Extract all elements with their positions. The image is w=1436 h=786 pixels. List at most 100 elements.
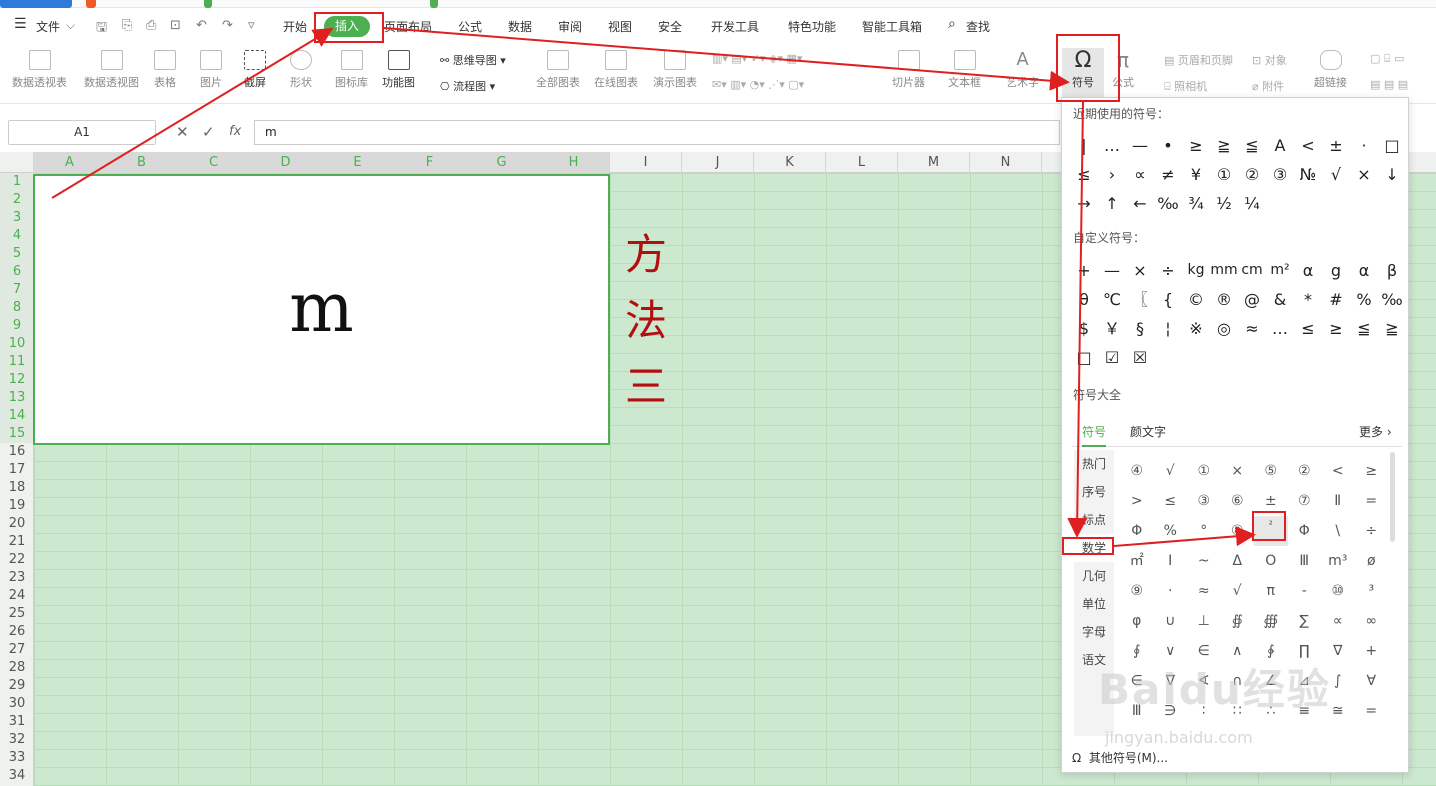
fx-icon[interactable]: fx bbox=[229, 124, 241, 139]
symbol-item[interactable]: O bbox=[1254, 546, 1288, 576]
object-button[interactable]: ⊡ 对象 bbox=[1252, 52, 1287, 68]
symbol-item[interactable]: ± bbox=[1322, 131, 1350, 160]
symbol-item[interactable]: = bbox=[1355, 486, 1389, 516]
symbol-item[interactable]: ∝ bbox=[1126, 160, 1154, 189]
pivot-chart-button[interactable]: 数据透视图 bbox=[84, 50, 139, 90]
column-header[interactable]: I bbox=[610, 152, 682, 173]
symbol-item[interactable]: ≥ bbox=[1182, 131, 1210, 160]
tab-special[interactable]: 特色功能 bbox=[788, 18, 836, 35]
symbol-item[interactable]: m³ bbox=[1321, 546, 1355, 576]
row-header[interactable]: 23 bbox=[0, 569, 34, 587]
symbol-item[interactable]: · bbox=[1350, 131, 1378, 160]
column-header[interactable]: G bbox=[466, 152, 538, 173]
row-header[interactable]: 10 bbox=[0, 335, 34, 353]
document-tab[interactable] bbox=[0, 0, 72, 8]
row-header[interactable]: 1 bbox=[0, 173, 34, 191]
symbol-item[interactable]: ⑧ bbox=[1221, 516, 1255, 546]
symbol-item[interactable]: ø bbox=[1355, 546, 1389, 576]
symbol-item[interactable]: ℃ bbox=[1098, 285, 1126, 314]
symbol-item[interactable]: ‰ bbox=[1154, 189, 1182, 218]
row-header[interactable]: 33 bbox=[0, 749, 34, 767]
row-header[interactable]: 25 bbox=[0, 605, 34, 623]
tab-view[interactable]: 视图 bbox=[608, 18, 632, 35]
search-menu[interactable]: 查找 bbox=[966, 18, 990, 35]
symbol-item[interactable]: √ bbox=[1221, 576, 1255, 606]
symbol-item[interactable]: ∰ bbox=[1254, 606, 1288, 636]
row-header[interactable]: 13 bbox=[0, 389, 34, 407]
row-header[interactable]: 29 bbox=[0, 677, 34, 695]
symbol-item[interactable]: ~ bbox=[1187, 546, 1221, 576]
symbol-item[interactable]: ⑥ bbox=[1221, 486, 1255, 516]
symbol-item[interactable]: ∯ bbox=[1221, 606, 1255, 636]
column-header[interactable]: D bbox=[250, 152, 322, 173]
tab-symbols[interactable]: 符号 bbox=[1082, 423, 1107, 447]
symbol-item[interactable]: Δ bbox=[1221, 546, 1255, 576]
symbol-item[interactable]: ∝ bbox=[1321, 606, 1355, 636]
symbol-item[interactable]: φ bbox=[1120, 606, 1154, 636]
demo-charts-button[interactable]: 演示图表 bbox=[653, 50, 697, 90]
row-header[interactable]: 5 bbox=[0, 245, 34, 263]
symbol-item[interactable]: ※ bbox=[1182, 314, 1210, 343]
symbol-item[interactable]: ¥ bbox=[1182, 160, 1210, 189]
column-header[interactable]: B bbox=[106, 152, 178, 173]
category-units[interactable]: 单位 bbox=[1074, 590, 1114, 618]
chevron-down-icon[interactable]: ⌵ bbox=[66, 18, 75, 33]
symbol-item[interactable]: { bbox=[1154, 285, 1182, 314]
formula-input[interactable]: m bbox=[254, 120, 1060, 145]
symbol-item[interactable]: ☒ bbox=[1126, 343, 1154, 372]
picture-button[interactable]: 图片 bbox=[200, 50, 222, 90]
symbol-item[interactable]: × bbox=[1221, 456, 1255, 486]
row-header[interactable]: 16 bbox=[0, 443, 34, 461]
row-header[interactable]: 15 bbox=[0, 425, 34, 443]
symbol-item[interactable]: @ bbox=[1238, 285, 1266, 314]
symbol-item[interactable]: % bbox=[1154, 516, 1188, 546]
symbol-item[interactable]: \ bbox=[1321, 516, 1355, 546]
row-header[interactable]: 17 bbox=[0, 461, 34, 479]
row-header[interactable]: 20 bbox=[0, 515, 34, 533]
file-menu[interactable]: 文件 bbox=[36, 18, 60, 35]
more-ribbon-icons-row2[interactable]: ▤ ▤ ▤ bbox=[1370, 78, 1408, 91]
document-tab[interactable] bbox=[86, 0, 96, 8]
row-header[interactable]: 2 bbox=[0, 191, 34, 209]
row-header[interactable]: 26 bbox=[0, 623, 34, 641]
symbol-item[interactable]: Φ bbox=[1288, 516, 1322, 546]
symbol-item[interactable]: ≧ bbox=[1210, 131, 1238, 160]
symbol-item[interactable]: θ bbox=[1070, 285, 1098, 314]
tab-formulas[interactable]: 公式 bbox=[458, 18, 482, 35]
symbol-item[interactable]: ∪ bbox=[1154, 606, 1188, 636]
shapes-button[interactable]: 形状 bbox=[290, 50, 312, 90]
symbol-item[interactable]: cm bbox=[1238, 256, 1266, 285]
symbol-item[interactable]: = bbox=[1355, 696, 1389, 726]
column-header[interactable]: E bbox=[322, 152, 394, 173]
symbol-item[interactable]: kg bbox=[1182, 256, 1210, 285]
symbol-item[interactable]: × bbox=[1126, 256, 1154, 285]
header-footer-button[interactable]: ▤ 页眉和页脚 bbox=[1164, 52, 1233, 68]
row-header[interactable]: 27 bbox=[0, 641, 34, 659]
textbox-button[interactable]: 文本框 bbox=[948, 50, 981, 90]
more-link[interactable]: 更多 › bbox=[1359, 423, 1392, 440]
column-header[interactable]: K bbox=[754, 152, 826, 173]
row-header[interactable]: 3 bbox=[0, 209, 34, 227]
row-header[interactable]: 9 bbox=[0, 317, 34, 335]
symbol-item[interactable]: ¼ bbox=[1238, 189, 1266, 218]
tab-kaomoji[interactable]: 颜文字 bbox=[1130, 423, 1166, 440]
search-icon[interactable]: ⌕ bbox=[948, 16, 956, 32]
tab-page-layout[interactable]: 页面布局 bbox=[384, 18, 432, 35]
symbol-item[interactable]: № bbox=[1294, 160, 1322, 189]
symbol-item[interactable]: α bbox=[1350, 256, 1378, 285]
slicer-button[interactable]: 切片器 bbox=[892, 50, 925, 90]
symbol-item[interactable]: ↑ bbox=[1098, 189, 1126, 218]
row-header[interactable]: 21 bbox=[0, 533, 34, 551]
row-header[interactable]: 11 bbox=[0, 353, 34, 371]
symbol-item[interactable]: ° bbox=[1187, 516, 1221, 546]
column-header[interactable]: H bbox=[538, 152, 610, 173]
row-header[interactable]: 34 bbox=[0, 767, 34, 785]
symbol-item[interactable]: ∞ bbox=[1355, 606, 1389, 636]
symbol-item[interactable]: • bbox=[1154, 131, 1182, 160]
symbol-item[interactable]: % bbox=[1350, 285, 1378, 314]
symbol-item[interactable]: # bbox=[1322, 285, 1350, 314]
row-header[interactable]: 30 bbox=[0, 695, 34, 713]
all-charts-button[interactable]: 全部图表 bbox=[536, 50, 580, 90]
category-popular[interactable]: 热门 bbox=[1074, 450, 1114, 478]
symbol-item[interactable]: ￥ bbox=[1098, 314, 1126, 343]
